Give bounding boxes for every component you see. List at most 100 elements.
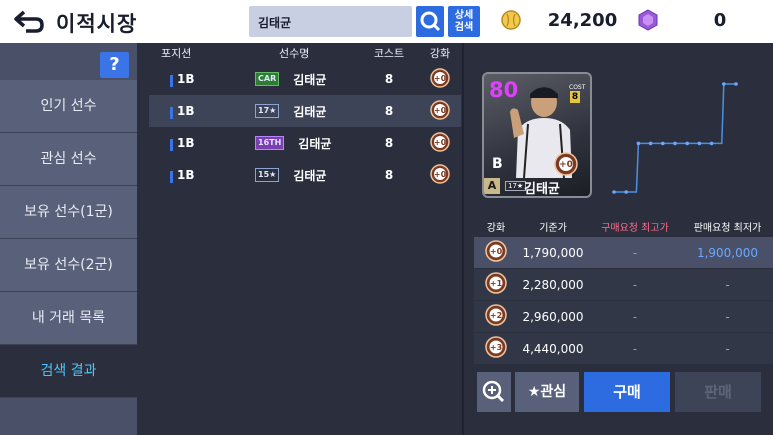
svg-text:+0: +0 (434, 74, 447, 83)
panel-divider (462, 43, 464, 435)
price-row[interactable]: +1 2,280,000 - - (474, 269, 773, 301)
row-buy-price: - (632, 309, 638, 324)
list-header: 포지션 선수명 코스트 강화 (149, 43, 461, 63)
card-type-tag: 17★ (255, 104, 280, 118)
price-table-header: 강화 기준가 구매요청 최고가 판매요청 최저가 (474, 216, 773, 237)
card-type-tag: 16TH (255, 136, 285, 150)
price-row[interactable]: +3 4,440,000 - - (474, 333, 773, 365)
list-row[interactable]: 1B 15★ 김태균 8 +0 (149, 159, 461, 191)
row-sell-price: - (725, 341, 730, 356)
row-buy-price: - (632, 277, 638, 292)
sell-button[interactable]: 판매 (675, 372, 761, 412)
svg-text:+0: +0 (434, 170, 447, 179)
row-name: 김태균 (298, 136, 332, 151)
search-button[interactable] (416, 6, 444, 37)
row-enhance: +0 (490, 247, 503, 256)
price-point (722, 82, 726, 86)
enhance-plus0-icon: +0 (430, 67, 450, 88)
row-enhance: +1 (490, 279, 503, 288)
card-player-name: 김태균 (524, 182, 560, 197)
gem-balance: 0 (713, 10, 727, 31)
row-cost: 8 (384, 136, 394, 150)
header-position: 포지션 (161, 47, 192, 60)
sidebar-item-watchlist[interactable]: 관심 선수 (0, 133, 137, 186)
card-enhance-label: +0 (559, 160, 573, 170)
row-buy-price: - (632, 341, 638, 356)
card-cost-label: COST (569, 84, 586, 91)
price-point (685, 141, 689, 146)
enhance-plus0-icon: +0 (430, 131, 450, 152)
svg-text:+0: +0 (434, 138, 447, 147)
row-position: 1B (177, 104, 195, 118)
favorite-button[interactable]: ★관심 (515, 372, 579, 412)
sidebar-item-my-trades[interactable]: 내 거래 목록 (0, 292, 137, 345)
row-position: 1B (177, 136, 195, 150)
sidebar-item-owned-first[interactable]: 보유 선수(1군) (0, 186, 137, 239)
svg-text:+0: +0 (434, 106, 447, 115)
card-type-tag: 15★ (255, 168, 280, 182)
row-sell-price: - (725, 277, 730, 292)
sidebar-item-search-results[interactable]: 검색 결과 (0, 345, 137, 398)
zoom-in-icon (482, 380, 505, 403)
price-point (709, 141, 714, 146)
row-enhance: +2 (490, 311, 502, 320)
price-point (636, 141, 641, 146)
page-title: 이적시장 (56, 12, 138, 36)
row-base-price: 2,280,000 (522, 277, 584, 292)
top-bar: 이적시장 김태균 상세 검색 24,200 0 (0, 0, 773, 43)
help-button[interactable]: ? (100, 52, 129, 78)
card-overall: 80 (489, 78, 519, 102)
sidebar: ? 인기 선수 관심 선수 보유 선수(1군) 보유 선수(2군) 내 거래 목… (0, 43, 137, 435)
gem-icon (638, 9, 658, 31)
player-list: 포지션 선수명 코스트 강화 1B CAR 김태균 8 +0 1B 17★ 김태균 … (149, 43, 461, 435)
list-row[interactable]: 1B CAR 김태균 8 +0 (149, 63, 461, 95)
enhance-plus1-icon: +1 (485, 272, 507, 294)
row-name: 김태균 (293, 72, 327, 87)
row-base-price: 1,790,000 (522, 245, 584, 260)
enhance-plus0-icon: +0 (430, 99, 450, 120)
price-row[interactable]: +2 2,960,000 - - (474, 301, 773, 333)
price-point (673, 141, 677, 146)
header-sell-request: 판매요청 최저가 (693, 223, 762, 234)
price-point (734, 82, 738, 86)
row-sell-price: 1,900,000 (696, 245, 759, 260)
card-grade: B (492, 156, 503, 172)
sidebar-item-popular[interactable]: 인기 선수 (0, 80, 137, 133)
header-base-price: 기준가 (539, 223, 567, 234)
zoom-button[interactable] (477, 372, 511, 412)
row-base-price: 4,440,000 (522, 341, 584, 356)
list-row[interactable]: 1B 17★ 김태균 8 +0 (149, 95, 461, 127)
header-name: 선수명 (279, 47, 310, 60)
price-row[interactable]: +0 1,790,000 - 1,900,000 (474, 237, 773, 269)
header-buy-request: 구매요청 최고가 (601, 223, 669, 234)
row-base-price: 2,960,000 (522, 309, 584, 324)
header-enhance: 강화 (486, 223, 506, 234)
row-cost: 8 (384, 104, 394, 118)
price-point (624, 190, 628, 194)
row-name: 김태균 (293, 104, 327, 119)
card-type-tag: 17★ (505, 181, 527, 191)
card-cost: 8 (570, 91, 580, 103)
enhance-plus0-icon: +0 (485, 240, 507, 262)
price-point (661, 141, 665, 146)
player-card[interactable]: 80 COST 8 B +0 A 17★ 김태균 (482, 72, 592, 198)
position-bar (170, 171, 173, 183)
position-bar (170, 75, 173, 87)
back-arrow-icon[interactable] (12, 8, 46, 34)
header-enhance: 강화 (429, 47, 451, 60)
row-enhance: +3 (490, 343, 502, 352)
price-table: 강화 기준가 구매요청 최고가 판매요청 최저가 +0 1,790,000 - … (474, 216, 773, 365)
row-cost: 8 (384, 168, 394, 182)
list-row[interactable]: 1B 16TH 김태균 8 +0 (149, 127, 461, 159)
row-cost: 8 (384, 72, 394, 86)
detail-search-button[interactable]: 상세 검색 (448, 6, 480, 37)
header-cost: 코스트 (373, 47, 405, 60)
baseball-coin-icon (501, 10, 521, 30)
buy-button[interactable]: 구매 (584, 372, 670, 412)
card-rank: A (484, 178, 500, 194)
search-input[interactable]: 김태균 (249, 6, 412, 37)
price-point (612, 190, 616, 194)
sidebar-item-owned-second[interactable]: 보유 선수(2군) (0, 239, 137, 292)
position-bar (170, 107, 173, 119)
coin-balance: 24,200 (547, 10, 618, 31)
